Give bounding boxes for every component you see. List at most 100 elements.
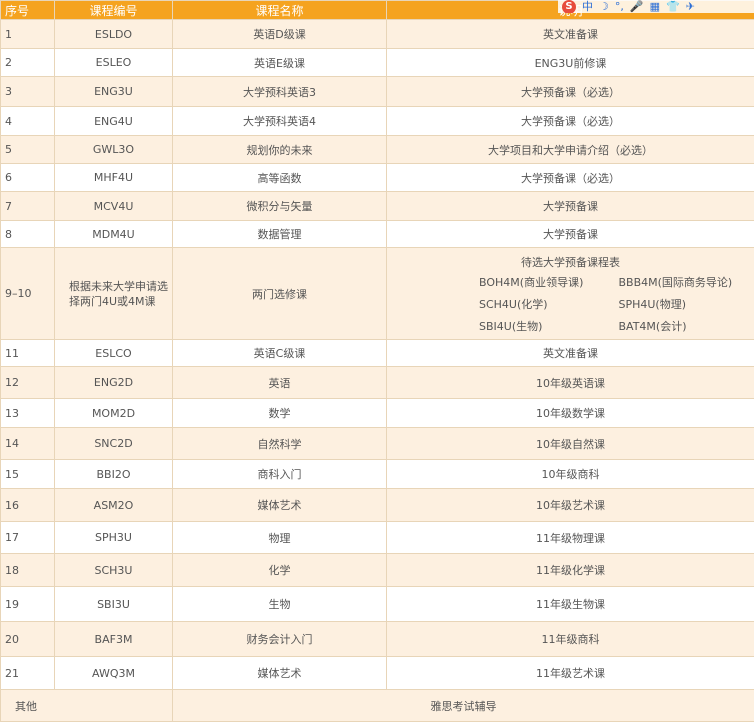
ime-logo-icon[interactable]: S: [562, 0, 576, 13]
keyboard-icon[interactable]: ▦: [650, 0, 660, 13]
row-name: 英语D级课: [173, 20, 387, 49]
language-toggle-icon[interactable]: 中: [582, 0, 593, 13]
row-name: 规划你的未来: [173, 136, 387, 164]
row-name: 英语C级课: [173, 340, 387, 367]
header-name: 课程名称: [173, 1, 387, 20]
row-note: 10年级艺术课: [387, 489, 754, 522]
row-code: ASM2O: [55, 489, 173, 522]
row-seq: 16: [1, 489, 55, 522]
row-name: 英语E级课: [173, 49, 387, 77]
row-code: MOM2D: [55, 399, 173, 428]
elective-option: BOH4M(商业领导课): [479, 274, 611, 290]
row-note: 11年级化学课: [387, 554, 754, 587]
header-seq: 序号: [1, 1, 55, 20]
row-note: 大学预备课（必选）: [387, 107, 754, 136]
elective-option: BAT4M(会计): [619, 318, 751, 334]
row-code: BAF3M: [55, 622, 173, 657]
row-code: ESLDO: [55, 20, 173, 49]
row-note: 英文准备课: [387, 340, 754, 367]
elective-option: SCH4U(化学): [479, 296, 611, 312]
row-code: MDM4U: [55, 221, 173, 248]
row-name: 化学: [173, 554, 387, 587]
row-name: 高等函数: [173, 164, 387, 192]
row-note: 11年级商科: [387, 622, 754, 657]
elective-note: 待选大学预备课程表 BOH4M(商业领导课) BBB4M(国际商务导论) SCH…: [387, 248, 754, 340]
row-seq: 14: [1, 428, 55, 460]
row-seq: 4: [1, 107, 55, 136]
elective-row: 9–10 根据未来大学申请选择两门4U或4M课 两门选修课 待选大学预备课程表 …: [1, 248, 754, 340]
row-seq: 18: [1, 554, 55, 587]
row-note: 10年级自然课: [387, 428, 754, 460]
elective-option: SBI4U(生物): [479, 318, 611, 334]
row-seq: 20: [1, 622, 55, 657]
table-row: 20 BAF3M 财务会计入门 11年级商科: [1, 622, 754, 657]
row-note: 大学预备课（必选）: [387, 164, 754, 192]
row-seq: 12: [1, 367, 55, 399]
elective-seq: 9–10: [1, 248, 55, 340]
other-row: 其他 雅思考试辅导: [1, 690, 754, 722]
row-code: ENG4U: [55, 107, 173, 136]
row-seq: 19: [1, 587, 55, 622]
table-row: 16 ASM2O 媒体艺术 10年级艺术课: [1, 489, 754, 522]
row-name: 生物: [173, 587, 387, 622]
tools-icon[interactable]: ✈: [686, 0, 695, 13]
row-note: 大学项目和大学申请介绍（必选）: [387, 136, 754, 164]
row-seq: 13: [1, 399, 55, 428]
row-code: ESLEO: [55, 49, 173, 77]
elective-option: BBB4M(国际商务导论): [619, 274, 751, 290]
other-note: 雅思考试辅导: [173, 690, 754, 722]
row-code: SNC2D: [55, 428, 173, 460]
punctuation-icon[interactable]: °,: [615, 0, 624, 13]
table-row: 15 BBI2O 商科入门 10年级商科: [1, 460, 754, 489]
table-row: 6 MHF4U 高等函数 大学预备课（必选）: [1, 164, 754, 192]
table-row: 5 GWL3O 规划你的未来 大学项目和大学申请介绍（必选）: [1, 136, 754, 164]
table-row: 17 SPH3U 物理 11年级物理课: [1, 522, 754, 554]
moon-icon[interactable]: ☽: [599, 0, 609, 13]
table-row: 18 SCH3U 化学 11年级化学课: [1, 554, 754, 587]
skin-icon[interactable]: 👕: [666, 0, 680, 13]
row-code: MHF4U: [55, 164, 173, 192]
row-name: 财务会计入门: [173, 622, 387, 657]
row-code: SBI3U: [55, 587, 173, 622]
row-name: 大学预科英语4: [173, 107, 387, 136]
row-seq: 3: [1, 77, 55, 107]
row-name: 媒体艺术: [173, 489, 387, 522]
row-note: 大学预备课: [387, 221, 754, 248]
row-note: 10年级商科: [387, 460, 754, 489]
table-row: 4 ENG4U 大学预科英语4 大学预备课（必选）: [1, 107, 754, 136]
row-seq: 6: [1, 164, 55, 192]
row-note: 11年级物理课: [387, 522, 754, 554]
table-row: 14 SNC2D 自然科学 10年级自然课: [1, 428, 754, 460]
row-name: 物理: [173, 522, 387, 554]
table-row: 12 ENG2D 英语 10年级英语课: [1, 367, 754, 399]
row-name: 数学: [173, 399, 387, 428]
row-name: 媒体艺术: [173, 657, 387, 690]
table-row: 7 MCV4U 微积分与矢量 大学预备课: [1, 192, 754, 221]
course-table: 序号 课程编号 课程名称 说明 1 ESLDO 英语D级课 英文准备课 2 ES…: [0, 0, 754, 722]
row-name: 英语: [173, 367, 387, 399]
row-note: 10年级数学课: [387, 399, 754, 428]
row-name: 商科入门: [173, 460, 387, 489]
table-row: 3 ENG3U 大学预科英语3 大学预备课（必选）: [1, 77, 754, 107]
table-row: 21 AWQ3M 媒体艺术 11年级艺术课: [1, 657, 754, 690]
row-code: ENG2D: [55, 367, 173, 399]
table-row: 8 MDM4U 数据管理 大学预备课: [1, 221, 754, 248]
table-row: 13 MOM2D 数学 10年级数学课: [1, 399, 754, 428]
table-row: 2 ESLEO 英语E级课 ENG3U前修课: [1, 49, 754, 77]
row-note: 10年级英语课: [387, 367, 754, 399]
row-code: SCH3U: [55, 554, 173, 587]
row-seq: 15: [1, 460, 55, 489]
elective-options: BOH4M(商业领导课) BBB4M(国际商务导论) SCH4U(化学) SPH…: [391, 274, 750, 334]
row-seq: 5: [1, 136, 55, 164]
row-code: ESLCO: [55, 340, 173, 367]
row-name: 自然科学: [173, 428, 387, 460]
row-seq: 2: [1, 49, 55, 77]
row-seq: 7: [1, 192, 55, 221]
microphone-icon[interactable]: 🎤: [630, 0, 644, 13]
row-code: ENG3U: [55, 77, 173, 107]
table-row: 1 ESLDO 英语D级课 英文准备课: [1, 20, 754, 49]
other-label: 其他: [1, 690, 173, 722]
row-note: ENG3U前修课: [387, 49, 754, 77]
row-code: SPH3U: [55, 522, 173, 554]
row-seq: 21: [1, 657, 55, 690]
